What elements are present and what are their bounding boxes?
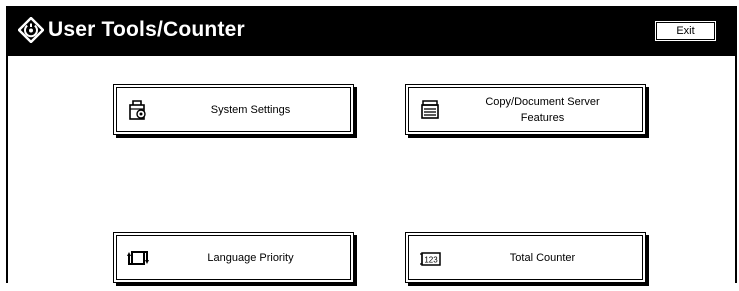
system-settings-text: System Settings	[210, 103, 291, 116]
language-priority-text: Language Priority	[207, 251, 294, 264]
system-settings-label: System Settings	[158, 85, 343, 134]
language-switch-icon	[127, 250, 149, 265]
user-tools-screen: User Tools/Counter Exit System Settings	[6, 6, 737, 286]
system-settings-button[interactable]: System Settings	[113, 84, 357, 138]
language-priority-label: Language Priority	[158, 233, 343, 282]
language-priority-button[interactable]: Language Priority	[113, 232, 357, 286]
copy-document-server-features-button[interactable]: Copy/Document Server Features	[405, 84, 649, 138]
page-title: User Tools/Counter	[48, 18, 245, 41]
counter-icon: 123	[420, 251, 441, 266]
total-counter-text: Total Counter	[509, 251, 576, 264]
copy-document-server-line1: Copy/Document Server	[485, 95, 600, 108]
copier-icon	[421, 99, 439, 119]
copy-document-server-line2: Features	[520, 111, 565, 124]
title-bar: User Tools/Counter Exit	[8, 6, 735, 56]
total-counter-label: Total Counter	[450, 233, 635, 282]
counter-icon-digits: 123	[424, 255, 438, 264]
total-counter-button[interactable]: 123 Total Counter	[405, 232, 649, 286]
exit-button[interactable]: Exit	[654, 20, 717, 42]
title-group: User Tools/Counter	[18, 17, 245, 43]
system-settings-icon	[129, 99, 146, 120]
copy-document-server-label: Copy/Document Server Features	[450, 85, 635, 134]
user-tools-icon	[18, 17, 44, 43]
